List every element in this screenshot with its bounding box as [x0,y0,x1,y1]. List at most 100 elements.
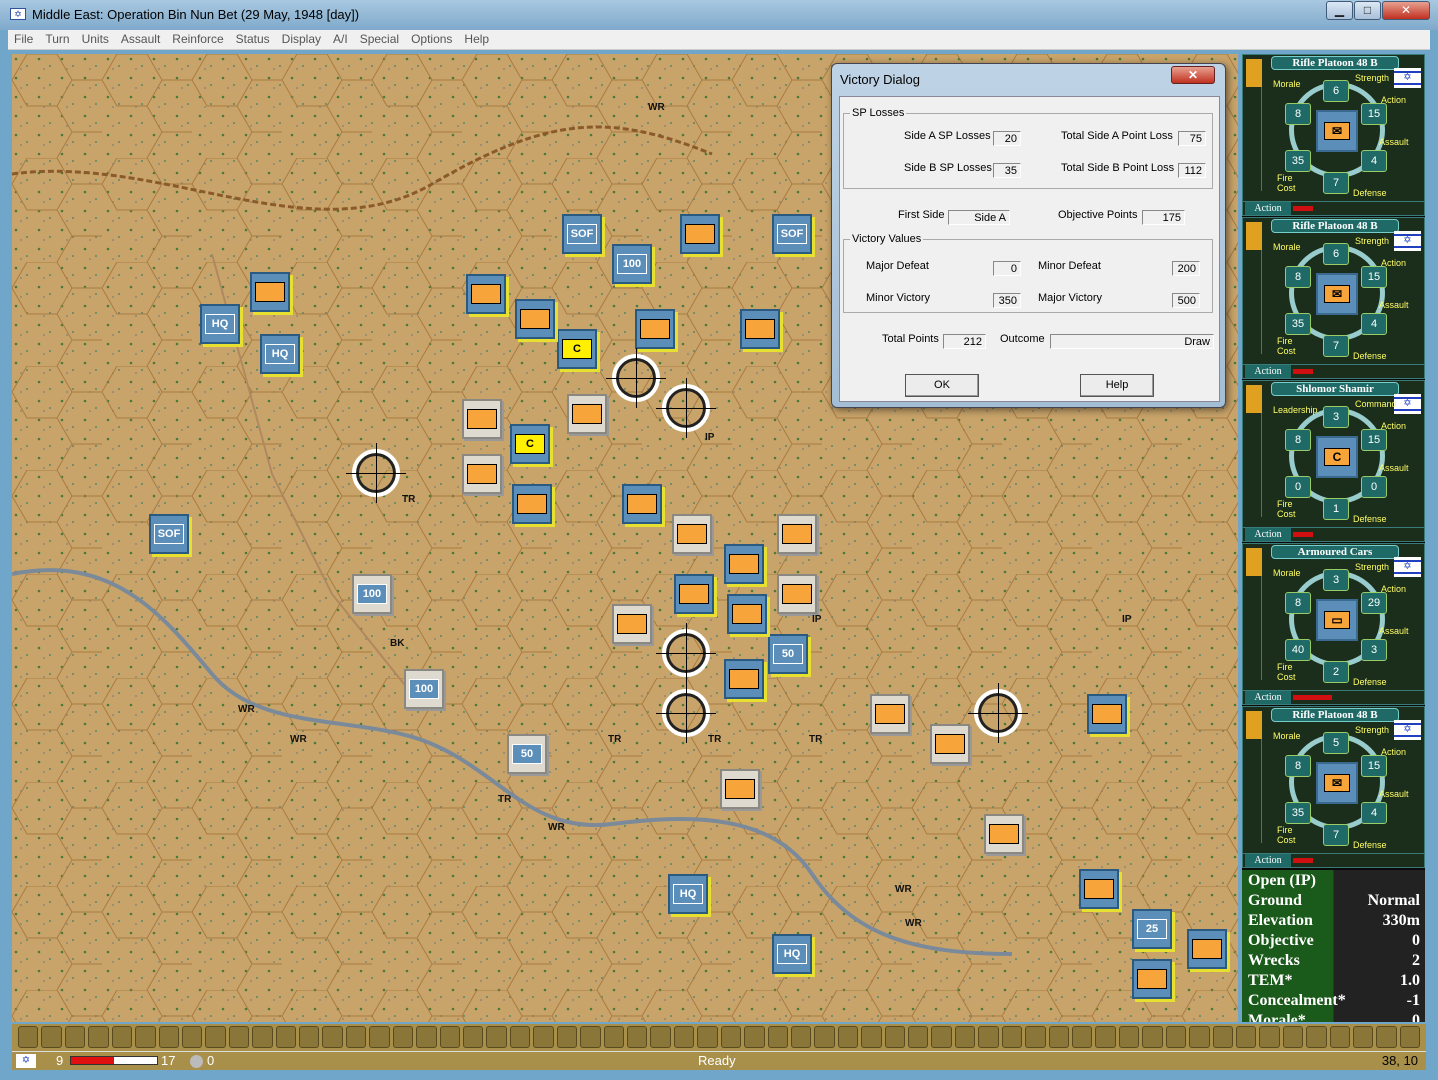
toolbar-button[interactable] [814,1026,835,1048]
infantry-counter[interactable] [740,309,780,349]
toolbar-button[interactable] [275,1026,297,1048]
menu-file[interactable]: File [8,30,39,48]
unit-counter[interactable]: 25 [1132,909,1172,949]
toolbar-button[interactable] [463,1026,484,1048]
infantry-counter[interactable] [724,544,764,584]
infantry-counter[interactable] [250,272,290,312]
toolbar-button[interactable] [861,1026,882,1048]
infantry-counter[interactable] [462,399,502,439]
toolbar-button[interactable] [697,1026,718,1048]
toolbar-button[interactable] [181,1026,203,1048]
toolbar-button[interactable] [439,1026,461,1048]
ok-button[interactable]: OK [905,374,979,397]
toolbar-button[interactable] [908,1026,929,1048]
toolbar-button[interactable] [1329,1026,1351,1048]
toolbar-button[interactable] [392,1026,414,1048]
infantry-counter[interactable] [622,484,662,524]
toolbar-button[interactable] [767,1026,788,1048]
toolbar-button[interactable] [1025,1026,1046,1048]
toolbar-button[interactable] [509,1026,531,1048]
toolbar-button[interactable] [205,1026,226,1048]
infantry-counter[interactable] [512,484,552,524]
unit-counter[interactable]: 50 [507,734,547,774]
toolbar-button[interactable] [1259,1026,1280,1048]
toolbar-button[interactable] [299,1026,320,1048]
toolbar-button[interactable] [1376,1026,1397,1048]
menu-status[interactable]: Status [230,30,276,48]
infantry-counter[interactable] [984,814,1024,854]
toolbar-button[interactable] [673,1026,695,1048]
toolbar-button[interactable] [1048,1026,1069,1048]
unit-card[interactable]: Rifle Platoon 48 B ✡ ✉ 5 8 15 35 4 7 Morale Streng… [1242,706,1425,868]
menu-options[interactable]: Options [405,30,458,48]
toolbar-button[interactable] [18,1026,39,1048]
toolbar-button[interactable] [111,1026,133,1048]
toolbar-button[interactable] [954,1026,976,1048]
infantry-counter[interactable] [612,604,652,644]
toolbar-button[interactable] [1235,1026,1257,1048]
toolbar-button[interactable] [228,1026,250,1048]
infantry-counter[interactable] [635,309,675,349]
toolbar-button[interactable] [744,1026,765,1048]
infantry-counter[interactable] [1079,869,1119,909]
menu-display[interactable]: Display [276,30,327,48]
menu-ai[interactable]: A/I [327,30,354,48]
toolbar-button[interactable] [1095,1026,1116,1048]
toolbar-button[interactable] [1142,1026,1163,1048]
infantry-counter[interactable] [466,274,506,314]
toolbar-button[interactable] [64,1026,86,1048]
unit-counter[interactable]: 50 [768,634,808,674]
toolbar-button[interactable] [1165,1026,1187,1048]
unit-card[interactable]: Rifle Platoon 48 B ✡ ✉ 6 8 15 35 4 7 Morale Streng… [1242,217,1425,379]
infantry-counter[interactable] [724,659,764,699]
unit-counter[interactable]: C [557,329,597,369]
infantry-counter[interactable] [727,594,767,634]
toolbar-button[interactable] [931,1026,952,1048]
toolbar-button[interactable] [1353,1026,1374,1048]
unit-counter[interactable]: SOF [149,514,189,554]
toolbar-button[interactable] [41,1026,62,1048]
toolbar-button[interactable] [720,1026,742,1048]
menu-reinforce[interactable]: Reinforce [166,30,229,48]
toolbar-button[interactable] [1118,1026,1140,1048]
infantry-counter[interactable] [515,299,555,339]
help-button[interactable]: Help [1080,374,1154,397]
toolbar-button[interactable] [252,1026,273,1048]
menu-units[interactable]: Units [76,30,115,48]
infantry-counter[interactable] [930,724,970,764]
toolbar-button[interactable] [603,1026,624,1048]
dialog-close-button[interactable]: ✕ [1171,66,1215,84]
unit-counter[interactable]: C [510,424,550,464]
infantry-counter[interactable] [567,394,607,434]
infantry-counter[interactable] [1187,929,1227,969]
toolbar-button[interactable] [1306,1026,1327,1048]
menu-turn[interactable]: Turn [39,30,75,48]
toolbar-button[interactable] [837,1026,859,1048]
toolbar-button[interactable] [580,1026,601,1048]
unit-counter[interactable]: HQ [668,874,708,914]
toolbar-button[interactable] [1001,1026,1023,1048]
unit-counter[interactable]: 100 [404,669,444,709]
unit-card[interactable]: Shlomor Shamir ✡ C 3 8 15 0 0 1 Leadership Command… [1242,380,1425,542]
unit-counter[interactable]: HQ [772,934,812,974]
unit-card[interactable]: Armoured Cars ✡ ▭ 3 8 29 40 3 2 Morale Strength Act… [1242,543,1425,705]
unit-counter[interactable]: 100 [612,244,652,284]
toolbar-button[interactable] [416,1026,437,1048]
infantry-counter[interactable] [720,769,760,809]
toolbar-button[interactable] [790,1026,812,1048]
toolbar-button[interactable] [345,1026,367,1048]
toolbar-button[interactable] [1189,1026,1210,1048]
infantry-counter[interactable] [870,694,910,734]
infantry-counter[interactable] [777,574,817,614]
infantry-counter[interactable] [1132,959,1172,999]
infantry-counter[interactable] [777,514,817,554]
unit-counter[interactable]: SOF [562,214,602,254]
maximize-button[interactable]: □ [1354,1,1381,20]
menu-help[interactable]: Help [458,30,495,48]
toolbar-button[interactable] [626,1026,648,1048]
unit-card[interactable]: Rifle Platoon 48 B ✡ ✉ 6 8 15 35 4 7 Morale Streng… [1242,54,1425,216]
menu-assault[interactable]: Assault [115,30,166,48]
unit-counter[interactable]: HQ [200,304,240,344]
menu-special[interactable]: Special [354,30,405,48]
toolbar-button[interactable] [369,1026,390,1048]
